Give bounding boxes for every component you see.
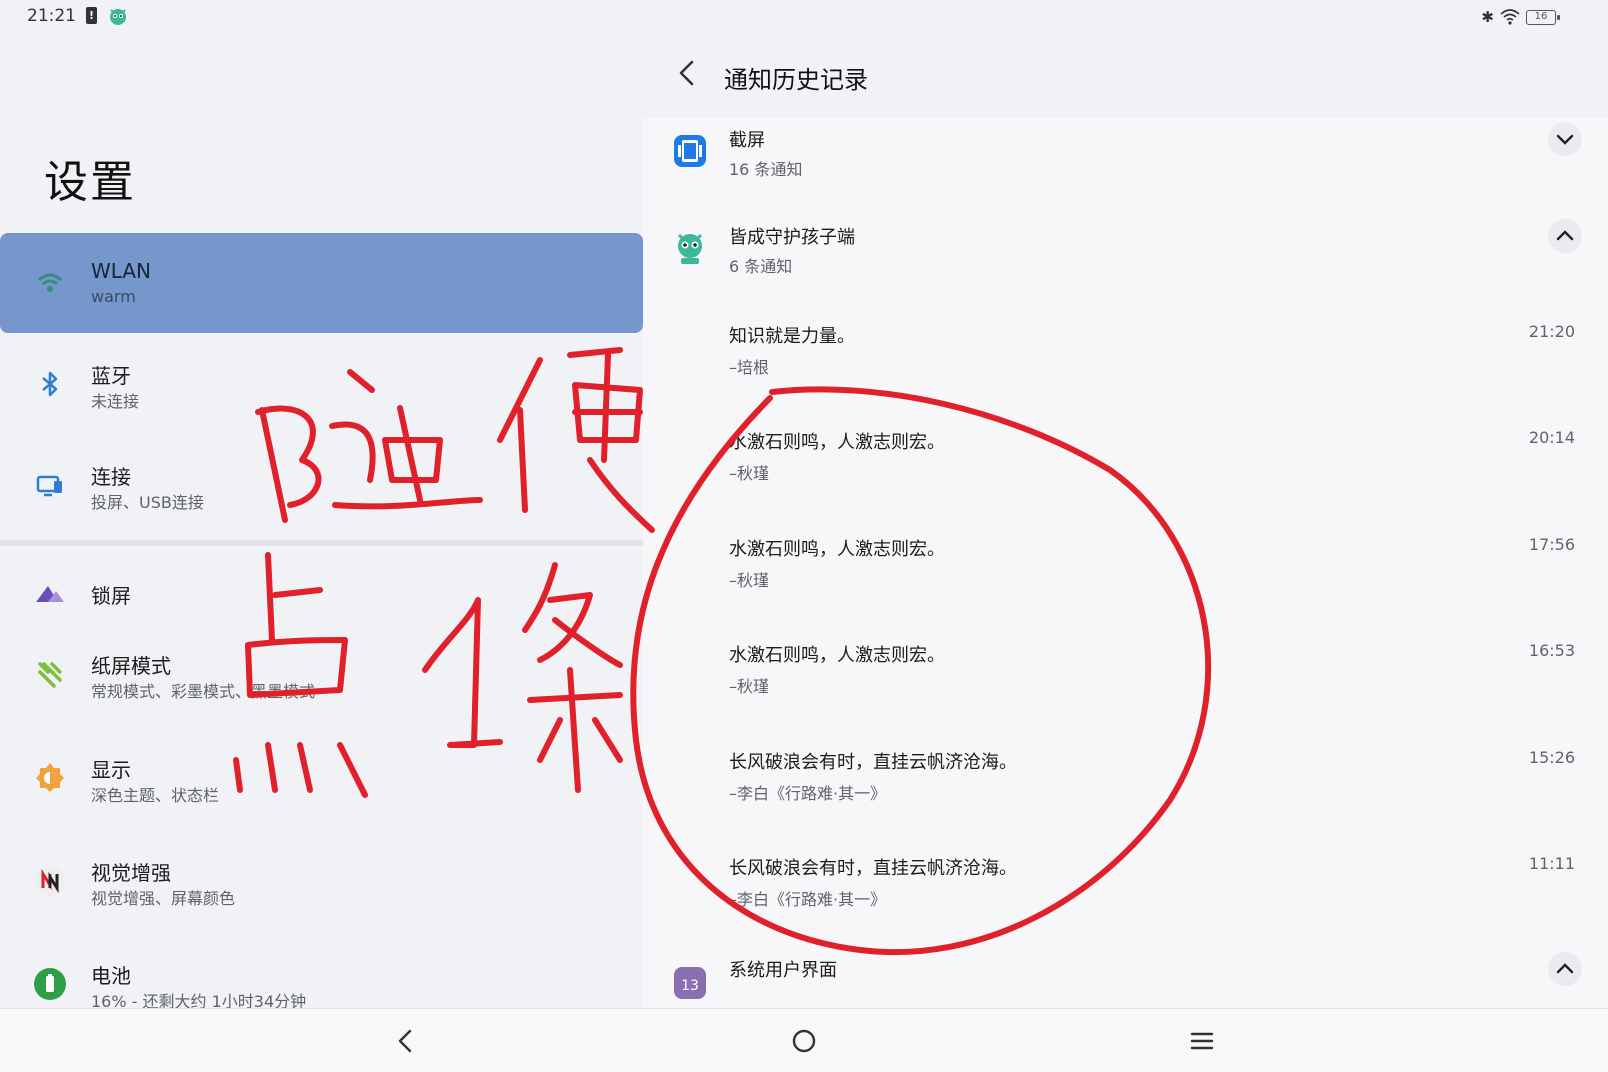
child-guard-app-icon xyxy=(677,233,703,264)
settings-item-label: 锁屏 xyxy=(91,584,131,608)
settings-panel: 设置 WLAN warm 蓝牙 未连接 连接 投屏、USB连接 锁屏 纸屏模式 … xyxy=(0,34,643,1008)
screen: 21:21 ! ✱ 16 设置 WLAN warm 蓝牙 未连接 连接 投屏、U… xyxy=(0,0,1608,1072)
menu-icon[interactable] xyxy=(1182,1021,1222,1061)
settings-title: 设置 xyxy=(44,157,136,208)
battery-icon: 16 xyxy=(1526,9,1560,25)
notification-source: –秋瑾 xyxy=(729,571,770,590)
status-time: 21:21 xyxy=(27,6,76,26)
settings-item-display[interactable]: 显示 深色主题、状态栏 xyxy=(0,728,643,828)
home-icon[interactable] xyxy=(784,1021,824,1061)
visual-enhance-icon xyxy=(35,866,65,896)
notification-source: –李白《行路难·其一》 xyxy=(729,890,887,909)
settings-item-label: WLAN xyxy=(91,259,152,283)
wifi-icon xyxy=(37,273,63,292)
settings-item-label: 蓝牙 xyxy=(91,364,131,388)
settings-item-sub: 16% - 还剩大约 1小时34分钟 xyxy=(91,992,307,1008)
settings-item-sub: 深色主题、状态栏 xyxy=(91,786,220,805)
settings-item-sub: 视觉增强、屏幕颜色 xyxy=(91,889,236,908)
notification-time: 11:11 xyxy=(1528,854,1575,873)
battery-icon xyxy=(34,968,66,1000)
back-icon[interactable] xyxy=(673,58,703,88)
notification-title: 知识就是力量。 xyxy=(729,326,855,347)
connection-icon xyxy=(36,475,62,497)
notification-list: 截屏 16 条通知 皆成守护孩子端 6 条通知 知识就是力量。 –培根 21:2… xyxy=(643,118,1608,1008)
app-group-title: 截屏 xyxy=(729,130,765,151)
settings-item-label: 纸屏模式 xyxy=(91,654,171,678)
notification-source: –培根 xyxy=(729,358,770,377)
notification-item[interactable]: 长风破浪会有时，直挂云帆济沧海。 –李白《行路难·其一》 15:26 xyxy=(643,748,1608,856)
notification-title: 水激石则鸣，人激志则宏。 xyxy=(729,432,945,453)
svg-text:13: 13 xyxy=(681,978,699,994)
settings-item-label: 显示 xyxy=(91,758,131,782)
settings-item-paper-mode[interactable]: 纸屏模式 常规模式、彩墨模式、黑墨模式 xyxy=(0,624,643,724)
lockscreen-icon xyxy=(36,586,64,602)
settings-item-connection[interactable]: 连接 投屏、USB连接 xyxy=(0,435,643,535)
notification-item[interactable]: 长风破浪会有时，直挂云帆济沧海。 –李白《行路难·其一》 11:11 xyxy=(643,854,1608,962)
settings-item-label: 电池 xyxy=(91,964,131,988)
settings-item-label: 连接 xyxy=(91,465,131,489)
notification-item[interactable]: 水激石则鸣，人激志则宏。 –秋瑾 17:56 xyxy=(643,535,1608,643)
notification-item[interactable]: 知识就是力量。 –培根 21:20 xyxy=(643,322,1608,430)
notification-time: 20:14 xyxy=(1528,428,1575,447)
notification-history-panel: 通知历史记录 截屏 16 条通知 皆成守护孩子端 6 条通知 知识就是力量。 –… xyxy=(643,34,1608,1008)
notification-source: –李白《行路难·其一》 xyxy=(729,784,887,803)
notification-title: 长风破浪会有时，直挂云帆济沧海。 xyxy=(729,858,1017,879)
app-group-child-guard[interactable]: 皆成守护孩子端 6 条通知 xyxy=(643,215,1608,301)
settings-item-sub: 投屏、USB连接 xyxy=(91,493,204,512)
notification-source: –秋瑾 xyxy=(729,677,770,696)
settings-item-label: 视觉增强 xyxy=(91,861,171,885)
bluetooth-icon: ✱ xyxy=(1481,8,1494,26)
notification-item[interactable]: 水激石则鸣，人激志则宏。 –秋瑾 20:14 xyxy=(643,428,1608,536)
status-bar: 21:21 ! ✱ 16 xyxy=(0,0,1608,34)
chevron-up-icon[interactable] xyxy=(1548,219,1582,253)
settings-item-bluetooth[interactable]: 蓝牙 未连接 xyxy=(0,334,643,434)
history-header: 通知历史记录 xyxy=(643,34,1608,118)
notification-time: 21:20 xyxy=(1528,322,1575,341)
app-group-title: 皆成守护孩子端 xyxy=(729,227,855,248)
notification-time: 16:53 xyxy=(1528,641,1575,660)
child-guard-app-icon xyxy=(110,9,126,25)
status-icons: ✱ 16 xyxy=(1481,6,1560,28)
notification-title: 长风破浪会有时，直挂云帆济沧海。 xyxy=(729,752,1017,773)
app-group-screenshot[interactable]: 截屏 16 条通知 xyxy=(643,118,1608,204)
notification-source: –秋瑾 xyxy=(729,464,770,483)
display-icon xyxy=(36,763,64,792)
settings-item-sub: 常规模式、彩墨模式、黑墨模式 xyxy=(91,682,316,701)
notification-title: 水激石则鸣，人激志则宏。 xyxy=(729,645,945,666)
app-group-count: 16 条通知 xyxy=(729,160,803,179)
app-group-system-ui[interactable]: 13 系统用户界面 xyxy=(643,948,1608,1008)
notification-title: 水激石则鸣，人激志则宏。 xyxy=(729,539,945,560)
back-icon[interactable] xyxy=(386,1021,426,1061)
app-group-count: 6 条通知 xyxy=(729,257,793,276)
wifi-icon xyxy=(1500,9,1520,25)
bluetooth-icon xyxy=(42,371,58,397)
system-ui-app-icon: 13 xyxy=(674,967,706,999)
settings-item-battery[interactable]: 电池 16% - 还剩大约 1小时34分钟 xyxy=(0,934,643,1008)
chevron-up-icon[interactable] xyxy=(1548,952,1582,986)
app-group-title: 系统用户界面 xyxy=(729,960,837,981)
navigation-bar xyxy=(0,1008,1608,1072)
screenshot-app-icon xyxy=(674,135,706,167)
paper-mode-icon xyxy=(38,662,62,688)
battery-warning-icon: ! xyxy=(86,7,97,24)
notification-item[interactable]: 水激石则鸣，人激志则宏。 –秋瑾 16:53 xyxy=(643,641,1608,749)
settings-item-visual-enhance[interactable]: 视觉增强 视觉增强、屏幕颜色 xyxy=(0,831,643,931)
settings-item-wlan[interactable]: WLAN warm xyxy=(0,233,643,333)
page-title: 通知历史记录 xyxy=(724,66,868,94)
notification-time: 15:26 xyxy=(1528,748,1575,767)
settings-item-sub: warm xyxy=(91,287,136,306)
notification-time: 17:56 xyxy=(1528,535,1575,554)
chevron-down-icon[interactable] xyxy=(1548,122,1582,156)
settings-item-sub: 未连接 xyxy=(91,392,140,411)
